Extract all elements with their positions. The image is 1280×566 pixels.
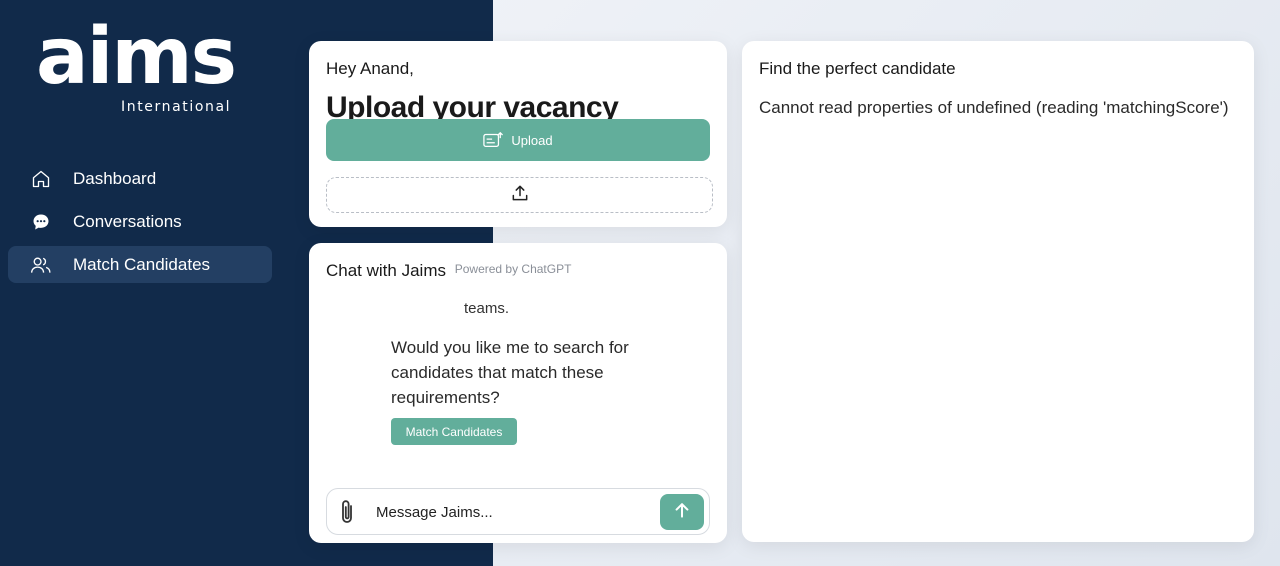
chat-message: Would you like me to search for candidat… bbox=[391, 338, 629, 407]
chat-bubble-icon bbox=[30, 211, 52, 233]
upload-button-label: Upload bbox=[511, 132, 553, 148]
sidebar-nav: Dashboard Conversations Match Candidates bbox=[8, 160, 272, 289]
file-dropzone[interactable] bbox=[326, 177, 713, 213]
sidebar-item-match-candidates[interactable]: Match Candidates bbox=[8, 246, 272, 283]
chat-message-fragment: teams. bbox=[464, 300, 510, 317]
results-title: Find the perfect candidate bbox=[759, 59, 956, 78]
results-card: Find the perfect candidate Cannot read p… bbox=[742, 41, 1254, 542]
send-button[interactable] bbox=[660, 494, 704, 530]
sidebar-item-dashboard[interactable]: Dashboard bbox=[8, 160, 272, 197]
chat-header: Chat with Jaims Powered by ChatGPT bbox=[326, 261, 571, 281]
sidebar-item-label: Conversations bbox=[73, 211, 182, 231]
sidebar-item-label: Match Candidates bbox=[73, 254, 211, 274]
chat-card: Chat with Jaims Powered by ChatGPT teams… bbox=[309, 243, 727, 543]
logo-subtitle: International bbox=[121, 99, 232, 115]
error-message: Cannot read properties of undefined (rea… bbox=[759, 98, 1229, 117]
upload-card: Hey Anand, Upload your vacancy Upload bbox=[309, 41, 727, 227]
message-composer bbox=[326, 488, 710, 535]
sidebar-item-label: Dashboard bbox=[73, 168, 157, 188]
logo-wordmark: aims bbox=[36, 12, 237, 102]
powered-by-label: Powered by ChatGPT bbox=[454, 262, 572, 276]
greeting-text: Hey Anand, bbox=[326, 59, 414, 78]
arrow-up-icon bbox=[672, 500, 692, 525]
home-icon bbox=[30, 168, 52, 190]
upload-file-icon bbox=[483, 131, 504, 149]
users-icon bbox=[30, 254, 52, 276]
paperclip-icon[interactable] bbox=[335, 498, 359, 526]
upload-button[interactable]: Upload bbox=[326, 119, 710, 161]
chat-title: Chat with Jaims bbox=[326, 261, 446, 280]
message-input[interactable] bbox=[376, 500, 656, 524]
upload-arrow-icon bbox=[510, 183, 530, 208]
match-candidates-button[interactable]: Match Candidates bbox=[391, 418, 517, 445]
sidebar-item-conversations[interactable]: Conversations bbox=[8, 203, 272, 240]
aims-logo: aims International bbox=[36, 18, 237, 120]
